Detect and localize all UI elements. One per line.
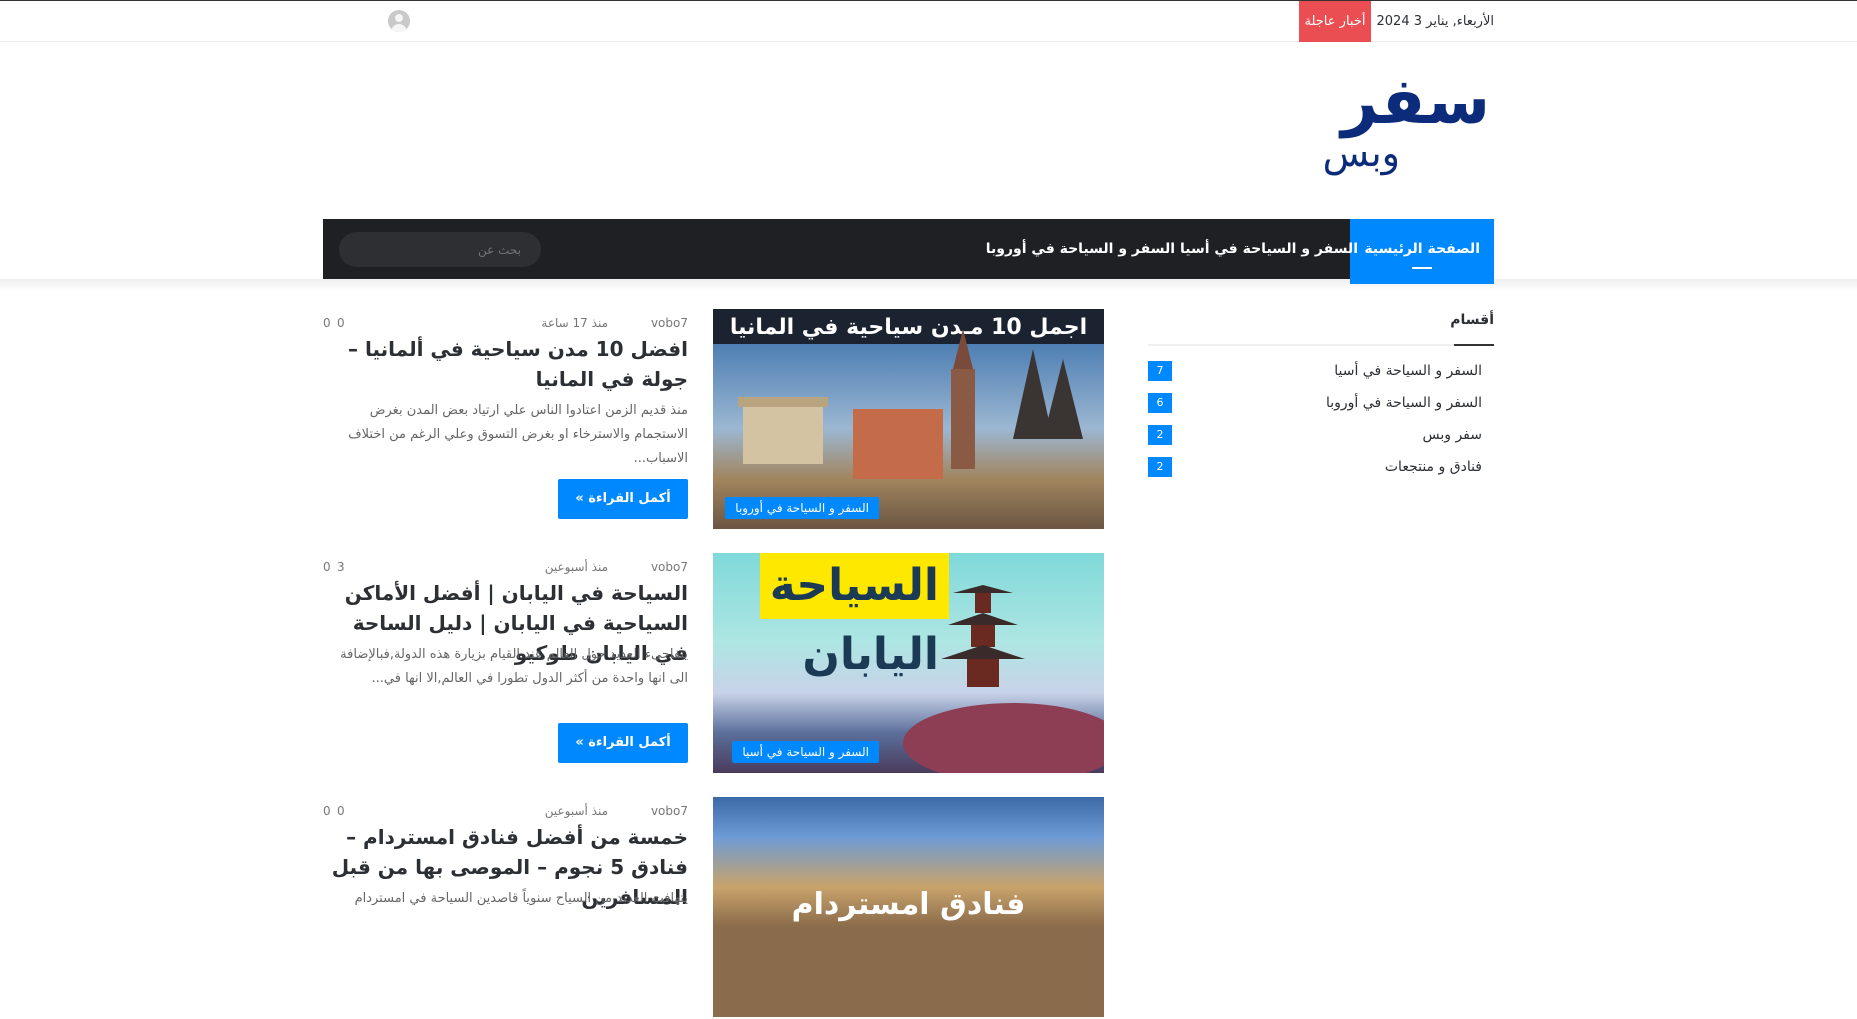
category-count-badge: 2 — [1148, 425, 1172, 445]
post-card: فنادق امستردام vobo7 منذ أسبوعين 0 0 خمس… — [323, 797, 1104, 1019]
nav-item-asia[interactable]: السفر و السياحة في أسيا — [1166, 219, 1372, 279]
category-badge[interactable]: السفر و السياحة في أوروبا — [725, 497, 879, 519]
category-count-badge: 6 — [1148, 393, 1172, 413]
post-time: منذ 17 ساعة — [541, 316, 608, 330]
post-views: 0 — [337, 804, 345, 818]
post-views: 3 — [337, 560, 345, 574]
post-excerpt: يتهافت العديد من السياح سنوياً قاصدين ال… — [354, 891, 688, 906]
current-date: الأربعاء, يناير 3 2024 — [1376, 14, 1494, 29]
post-author[interactable]: vobo7 — [651, 316, 688, 330]
post-author[interactable]: vobo7 — [651, 560, 688, 574]
category-badge[interactable]: السفر و السياحة في أسيا — [732, 741, 879, 763]
post-comments[interactable]: 0 — [323, 316, 331, 330]
logo-main-text: سفر — [1341, 65, 1490, 139]
post-comments[interactable]: 0 — [323, 804, 331, 818]
top-bar: الأربعاء, يناير 3 2024 أخبار عاجلة — [0, 0, 1857, 42]
category-item[interactable]: السفر و السياحة في أسيا 7 — [1148, 361, 1494, 393]
post-comments[interactable]: 0 — [323, 560, 331, 574]
thumbnail-banner-text: فنادق امستردام — [791, 887, 1026, 922]
post-time: منذ أسبوعين — [544, 560, 608, 574]
post-author[interactable]: vobo7 — [651, 804, 688, 818]
category-name[interactable]: السفر و السياحة في أوروبا — [1326, 395, 1482, 411]
main-nav: الصفحة الرئيسية السفر و السياحة في أسيا … — [323, 219, 1494, 284]
post-thumbnail[interactable]: اجمل 10 مـدن سياحية في المانيا السفر و ا… — [713, 309, 1104, 529]
post-card: السياحة اليابان السفر و السياحة في أسيا … — [323, 553, 1104, 775]
category-item[interactable]: فنادق و منتجعات 2 — [1148, 457, 1494, 489]
post-meta: vobo7 منذ أسبوعين 0 0 — [323, 804, 688, 820]
category-item[interactable]: السفر و السياحة في أوروبا 6 — [1148, 393, 1494, 425]
category-count-badge: 2 — [1148, 457, 1172, 477]
post-views: 0 — [337, 316, 345, 330]
nav-item-europe[interactable]: السفر و السياحة في أوروبا — [972, 219, 1189, 279]
landmarks-illustration — [738, 329, 1083, 479]
breaking-news-label[interactable]: أخبار عاجلة — [1299, 1, 1371, 42]
pagoda-illustration — [903, 585, 1104, 773]
categories-widget: أقسام السفر و السياحة في أسيا 7 السفر و ا… — [1148, 305, 1494, 489]
post-excerpt: منذ قديم الزمن اعتادوا الناس علي ارتياد … — [348, 403, 688, 466]
post-meta: vobo7 منذ أسبوعين 3 0 — [323, 560, 688, 576]
post-title[interactable]: افضل 10 مدن سياحية في ألمانيا – جولة في … — [323, 334, 688, 394]
post-card: اجمل 10 مـدن سياحية في المانيا السفر و ا… — [323, 309, 1104, 531]
read-more-button[interactable]: أكمل القراءة » — [558, 723, 688, 763]
category-item[interactable]: سفر وبس 2 — [1148, 425, 1494, 457]
nav-shadow — [0, 279, 1857, 291]
post-meta: vobo7 منذ 17 ساعة 0 0 — [323, 316, 688, 332]
widget-title: أقسام — [1148, 305, 1494, 346]
category-name[interactable]: فنادق و منتجعات — [1385, 459, 1482, 475]
category-name[interactable]: السفر و السياحة في أسيا — [1334, 363, 1482, 379]
search-input[interactable] — [339, 232, 541, 267]
post-time: منذ أسبوعين — [544, 804, 608, 818]
site-logo[interactable]: سفر وبس — [1320, 70, 1490, 190]
read-more-button[interactable]: أكمل القراءة » — [558, 479, 688, 519]
post-excerpt: يتفاجىء العديد حول العالم عند القيام بزي… — [340, 647, 688, 686]
logo-sub-text: وبس — [1322, 131, 1400, 175]
post-thumbnail[interactable]: السياحة اليابان السفر و السياحة في أسيا — [713, 553, 1104, 773]
user-avatar-icon[interactable] — [388, 10, 410, 32]
post-thumbnail[interactable]: فنادق امستردام — [713, 797, 1104, 1017]
category-name[interactable]: سفر وبس — [1423, 427, 1483, 443]
category-count-badge: 7 — [1148, 361, 1172, 381]
